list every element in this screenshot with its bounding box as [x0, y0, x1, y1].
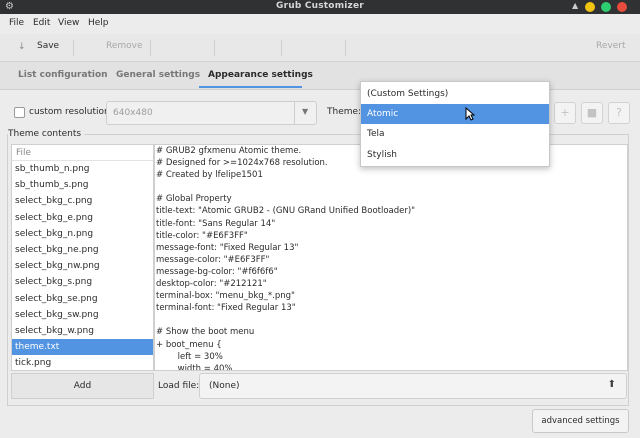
editor-line: # Show the boot menu — [156, 327, 255, 338]
editor-line: desktop-color: "#212121" — [156, 279, 267, 290]
editor-line: # Global Property — [156, 194, 232, 205]
maximize-button[interactable] — [601, 2, 611, 12]
resolution-combo[interactable]: 640x480 ▼ — [106, 101, 317, 125]
close-button[interactable] — [617, 2, 627, 12]
load-file-value: (None) — [209, 381, 240, 391]
revert-button[interactable]: Revert — [596, 41, 625, 51]
toolbar: ↓ Save Remove Revert — [0, 34, 640, 62]
file-list-item[interactable]: select_bkg_n.png — [12, 226, 153, 242]
menu-help[interactable]: Help — [88, 18, 109, 28]
file-list-item[interactable]: select_bkg_se.png — [12, 291, 153, 307]
editor-line: message-bg-color: "#f6f6f6" — [156, 266, 278, 277]
menu-view[interactable]: View — [58, 18, 79, 28]
file-items: sb_thumb_n.png sb_thumb_s.png select_bkg_c… — [12, 161, 153, 370]
help-button[interactable]: ? — [608, 102, 630, 124]
tab-list-configuration[interactable]: List configuration — [18, 70, 108, 80]
editor-line: terminal-font: "Fixed Regular 13" — [156, 303, 296, 314]
file-list-item[interactable]: select_bkg_sw.png — [12, 307, 153, 323]
theme-option-tela[interactable]: Tela — [361, 124, 549, 144]
save-button[interactable]: Save — [37, 41, 59, 51]
file-list-item[interactable]: sb_thumb_s.png — [12, 177, 153, 193]
menu-edit[interactable]: Edit — [33, 18, 50, 28]
theme-option-atomic[interactable]: Atomic — [361, 104, 549, 124]
file-list-item[interactable]: sb_thumb_n.png — [12, 161, 153, 177]
advanced-settings-button[interactable]: advanced settings — [532, 409, 629, 433]
tab-appearance-settings[interactable]: Appearance settings — [208, 70, 313, 80]
chevron-down-icon: ▼ — [302, 107, 309, 116]
editor-lines: # GRUB2 gfxmenu Atomic theme. # Designed … — [155, 145, 627, 371]
upload-icon[interactable]: ⬆ — [608, 379, 616, 390]
plus-icon: + — [560, 106, 570, 119]
toolbar-separator — [150, 40, 151, 56]
trash-icon: ■ — [586, 106, 598, 119]
theme-option-stylish[interactable]: Stylish — [361, 145, 549, 165]
file-list-item[interactable]: select_bkg_s.png — [12, 274, 153, 290]
toolbar-separator — [214, 40, 215, 56]
editor-line: + boot_menu { — [156, 339, 222, 350]
theme-text-editor[interactable]: # GRUB2 gfxmenu Atomic theme. # Designed … — [154, 144, 628, 371]
theme-option-custom[interactable]: (Custom Settings) — [361, 84, 549, 104]
file-list-item[interactable]: tick.png — [12, 355, 153, 370]
file-list-item[interactable]: select_bkg_c.png — [12, 193, 153, 209]
editor-line: title-color: "#E6F3FF" — [156, 230, 248, 241]
file-list-item[interactable]: theme.txt — [12, 339, 153, 356]
resolution-dropdown-button[interactable]: ▼ — [294, 102, 316, 124]
add-file-button[interactable]: Add — [11, 373, 154, 399]
custom-resolution-label: custom resolution: — [29, 107, 113, 117]
delete-theme-button[interactable]: ■ — [581, 102, 603, 124]
load-file-label: Load file: — [158, 381, 200, 391]
window-titlebar: ⚙ Grub Customizer ▲ — [0, 0, 640, 14]
mouse-cursor-icon — [465, 107, 475, 121]
file-list-item[interactable]: select_bkg_e.png — [12, 210, 153, 226]
question-icon: ? — [616, 106, 622, 119]
file-list-item[interactable]: select_bkg_nw.png — [12, 258, 153, 274]
theme-dropdown-menu: (Custom Settings) Atomic Tela Stylish — [360, 81, 550, 167]
window-title: Grub Customizer — [276, 1, 364, 11]
editor-line: message-font: "Fixed Regular 13" — [156, 242, 299, 253]
editor-line: terminal-box: "menu_bkg_*.png" — [156, 291, 295, 302]
menu-file[interactable]: File — [9, 18, 24, 28]
editor-line: left = 30% — [156, 351, 223, 362]
menubar: File Edit View Help — [0, 14, 640, 34]
editor-line: width = 40% — [156, 363, 233, 371]
toolbar-separator — [281, 40, 282, 56]
theme-label: Theme: — [327, 107, 362, 117]
resolution-value: 640x480 — [113, 108, 153, 118]
load-file-chooser[interactable]: (None) ⬆ — [199, 373, 627, 399]
editor-line: title-text: "Atomic GRUB2 - (GNU GRand U… — [156, 206, 416, 217]
toolbar-separator — [345, 40, 346, 56]
minimize-button[interactable] — [585, 2, 595, 12]
add-theme-button[interactable]: + — [554, 102, 576, 124]
custom-resolution-checkbox[interactable] — [14, 107, 25, 118]
file-list-item[interactable]: select_bkg_w.png — [12, 323, 153, 339]
file-list[interactable]: File sb_thumb_n.png sb_thumb_s.png select_… — [11, 144, 154, 371]
editor-line: title-font: "Sans Regular 14" — [156, 218, 276, 229]
theme-contents-label: Theme contents — [8, 129, 85, 139]
save-icon: ↓ — [18, 42, 26, 52]
editor-line: message-color: "#E6F3FF" — [156, 254, 270, 265]
toolbar-separator — [73, 40, 74, 56]
editor-line: # Created by lfelipe1501 — [156, 170, 263, 181]
tab-general-settings[interactable]: General settings — [116, 70, 200, 80]
up-arrow-icon[interactable]: ▲ — [572, 1, 578, 10]
remove-button[interactable]: Remove — [106, 41, 143, 51]
file-list-item[interactable]: select_bkg_ne.png — [12, 242, 153, 258]
file-column-header[interactable]: File — [12, 145, 153, 161]
active-tab-indicator — [199, 86, 302, 88]
